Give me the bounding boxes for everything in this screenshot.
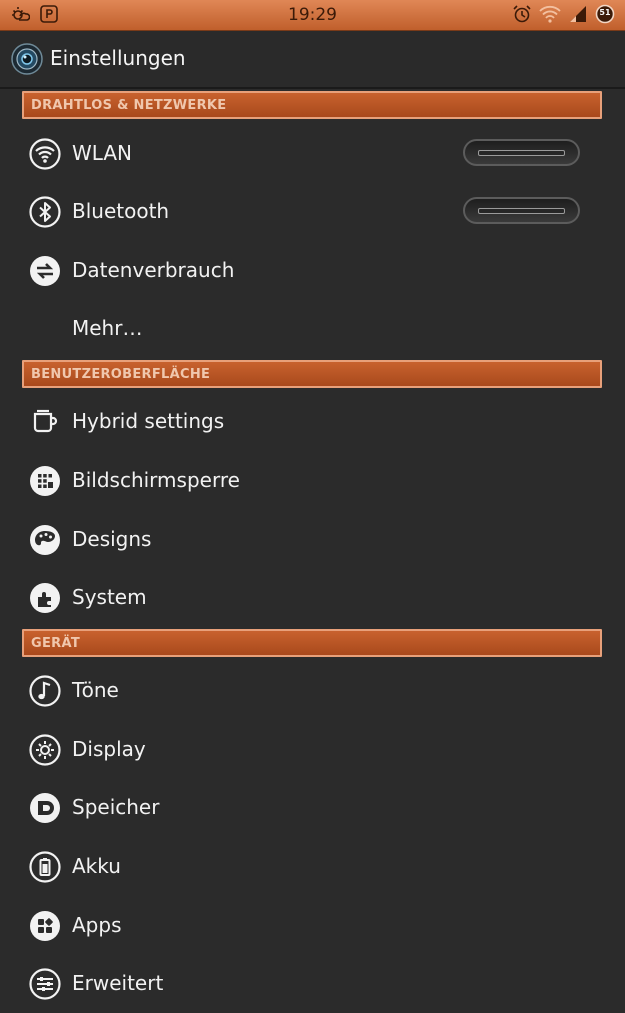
action-bar: Einstellungen: [0, 31, 625, 89]
section-header-wireless: DRAHTLOS & NETZWERKE: [22, 91, 602, 119]
settings-item-label: Töne: [72, 678, 119, 702]
puzzle-icon: [30, 583, 60, 613]
settings-item-label: Designs: [72, 527, 152, 551]
cell-signal-icon: [570, 6, 586, 22]
data-usage-icon: [30, 256, 60, 286]
alarm-icon: [513, 5, 531, 23]
settings-item-label: Erweitert: [72, 971, 164, 995]
battery-icon: [29, 851, 61, 883]
battery-icon: 51: [595, 4, 615, 24]
sliders-icon: [29, 968, 61, 1000]
settings-item-label: Bluetooth: [72, 199, 170, 223]
settings-item-wlan[interactable]: WLAN: [0, 125, 625, 183]
settings-item-more[interactable]: Mehr…: [0, 300, 625, 358]
wlan-toggle[interactable]: [463, 139, 580, 166]
settings-item-bluetooth[interactable]: Bluetooth: [0, 183, 625, 241]
status-bar: 19:29 51: [0, 0, 625, 31]
page-title: Einstellungen: [50, 46, 186, 70]
settings-app-icon[interactable]: [11, 43, 43, 75]
bluetooth-toggle[interactable]: [463, 197, 580, 224]
lockscreen-icon: [30, 466, 60, 496]
section-header-label: BENUTZEROBERFLÄCHE: [31, 367, 211, 382]
settings-item-hybrid[interactable]: Hybrid settings: [0, 393, 625, 451]
music-note-icon: [29, 675, 61, 707]
settings-item-label: WLAN: [72, 141, 133, 165]
section-header-ui: BENUTZEROBERFLÄCHE: [22, 360, 602, 388]
settings-item-label: Speicher: [72, 795, 160, 819]
settings-item-label: Apps: [72, 913, 122, 937]
settings-item-label: Bildschirmsperre: [72, 468, 240, 492]
settings-item-label: Akku: [72, 854, 121, 878]
settings-item-battery[interactable]: Akku: [0, 838, 625, 896]
brightness-icon: [29, 734, 61, 766]
settings-item-label: Display: [72, 737, 146, 761]
settings-item-data-usage[interactable]: Datenverbrauch: [0, 242, 625, 300]
battery-level: 51: [599, 8, 611, 17]
section-header-label: GERÄT: [31, 636, 80, 651]
palette-icon: [30, 525, 60, 555]
settings-item-label: Hybrid settings: [72, 409, 225, 433]
wifi-signal-icon: [539, 5, 561, 23]
settings-item-display[interactable]: Display: [0, 721, 625, 779]
section-header-device: GERÄT: [22, 629, 602, 657]
settings-item-label: Mehr…: [72, 316, 143, 340]
section-header-label: DRAHTLOS & NETZWERKE: [31, 98, 227, 113]
settings-item-storage[interactable]: Speicher: [0, 779, 625, 837]
hybrid-icon: [33, 409, 58, 433]
settings-item-advanced[interactable]: Erweitert: [0, 955, 625, 1013]
settings-item-label: Datenverbrauch: [72, 258, 235, 282]
settings-item-designs[interactable]: Designs: [0, 511, 625, 569]
settings-item-sound[interactable]: Töne: [0, 662, 625, 720]
apps-icon: [30, 911, 60, 941]
settings-item-label: System: [72, 585, 147, 609]
settings-item-lockscreen[interactable]: Bildschirmsperre: [0, 452, 625, 510]
bluetooth-icon: [29, 196, 61, 228]
settings-item-system[interactable]: System: [0, 569, 625, 627]
wifi-icon: [29, 138, 61, 170]
storage-icon: [30, 793, 60, 823]
settings-item-apps[interactable]: Apps: [0, 897, 625, 955]
